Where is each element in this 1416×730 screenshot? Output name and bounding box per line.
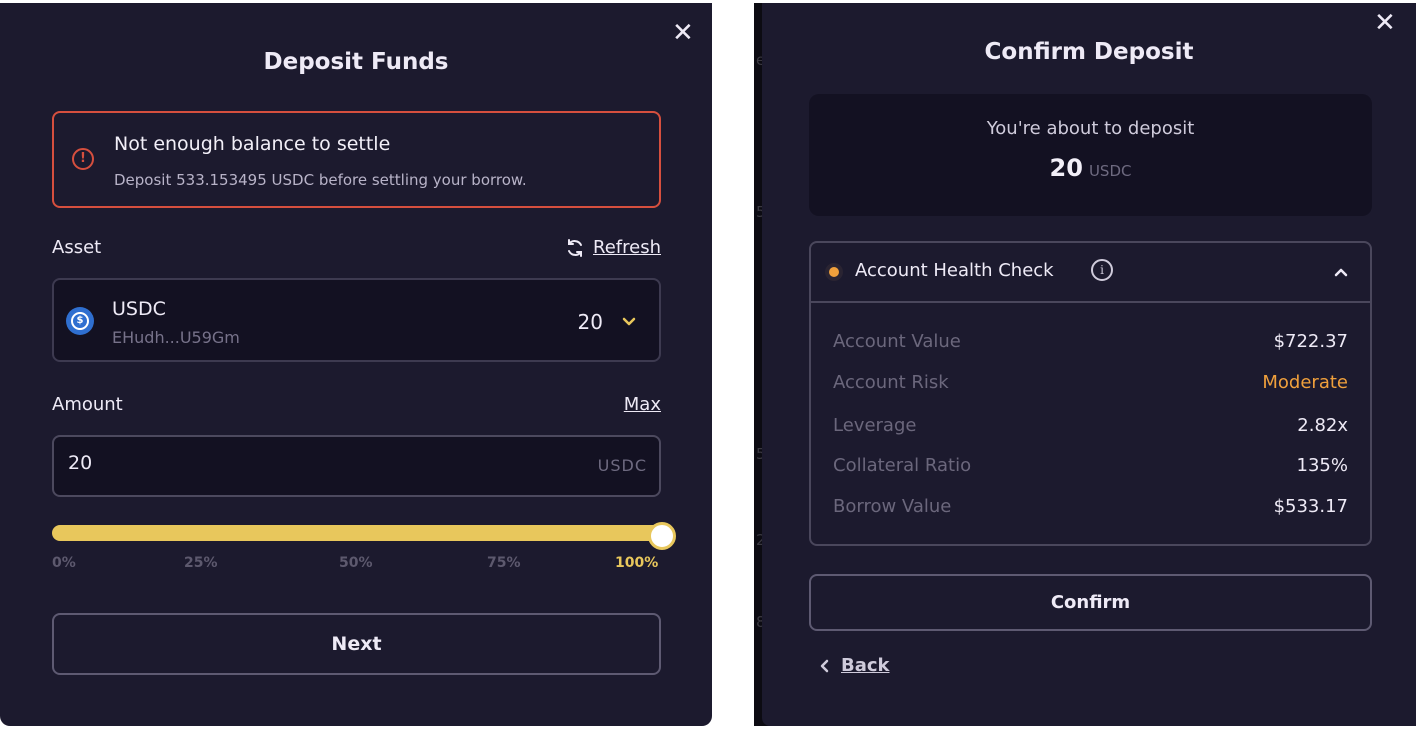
health-row: Account Value $722.37 — [833, 331, 1348, 355]
health-check-title: Account Health Check — [855, 260, 1054, 281]
info-icon[interactable]: i — [1091, 259, 1113, 281]
refresh-icon — [568, 238, 583, 257]
asset-select[interactable]: $ USDC EHudh...U59Gm 20 — [52, 278, 661, 362]
deposit-summary: You're about to deposit 20 USDC — [809, 94, 1372, 216]
row-label: Borrow Value — [833, 496, 952, 517]
deposit-unit: USDC — [1088, 162, 1132, 180]
refresh-link[interactable]: Refresh — [593, 237, 661, 258]
alert-title: Not enough balance to settle — [114, 133, 391, 155]
health-check-header[interactable]: Account Health Check i — [811, 243, 1370, 303]
slider-tick-25[interactable]: 25% — [184, 555, 218, 571]
status-dot-icon — [829, 267, 839, 277]
amount-slider-track[interactable] — [52, 525, 668, 541]
asset-balance: 20 — [577, 310, 603, 334]
close-icon[interactable]: ✕ — [1374, 10, 1396, 36]
amount-label: Amount — [52, 394, 123, 415]
confirm-deposit-modal: ✕ Confirm Deposit You're about to deposi… — [762, 3, 1416, 726]
amount-slider-thumb[interactable] — [648, 522, 676, 550]
health-row: Account Risk Moderate — [833, 372, 1348, 396]
health-row: Borrow Value $533.17 — [833, 496, 1348, 520]
amount-input[interactable] — [66, 451, 550, 475]
asset-address: EHudh...U59Gm — [112, 328, 240, 347]
slider-tick-0[interactable]: 0% — [52, 555, 76, 571]
alert-circle-icon: ! — [72, 148, 94, 170]
insufficient-balance-alert: ! Not enough balance to settle Deposit 5… — [52, 111, 661, 208]
back-link[interactable]: Back — [841, 655, 890, 676]
row-value: $533.17 — [1273, 496, 1348, 517]
row-label: Leverage — [833, 415, 917, 436]
summary-subtitle: You're about to deposit — [986, 118, 1195, 139]
deposit-amount: 20 — [1049, 154, 1083, 182]
asset-label: Asset — [52, 237, 102, 258]
confirm-button[interactable]: Confirm — [809, 574, 1372, 631]
close-icon[interactable]: ✕ — [672, 20, 694, 46]
summary-amount: 20 USDC — [809, 154, 1372, 182]
row-label: Collateral Ratio — [833, 455, 972, 476]
modal-title: Deposit Funds — [263, 49, 449, 75]
row-label: Account Risk — [833, 372, 949, 393]
deposit-funds-modal: ✕ Deposit Funds ! Not enough balance to … — [0, 3, 712, 726]
account-health-check: Account Health Check i Account Value $72… — [809, 241, 1372, 546]
max-button[interactable]: Max — [624, 394, 661, 415]
modal-title: Confirm Deposit — [984, 39, 1194, 65]
amount-field[interactable]: USDC — [52, 435, 661, 497]
amount-unit: USDC — [597, 456, 647, 475]
refresh-button[interactable]: Refresh — [565, 237, 661, 258]
slider-tick-100[interactable]: 100% — [615, 555, 658, 571]
chevron-down-icon — [622, 317, 636, 326]
health-row: Leverage 2.82x — [833, 415, 1348, 439]
chevron-up-icon[interactable] — [1334, 265, 1348, 279]
next-button[interactable]: Next — [52, 613, 661, 675]
slider-tick-75[interactable]: 75% — [487, 555, 521, 571]
back-button[interactable]: Back — [819, 655, 890, 676]
row-value: 135% — [1296, 455, 1348, 476]
asset-name: USDC — [112, 298, 166, 320]
row-label: Account Value — [833, 331, 961, 352]
health-row: Collateral Ratio 135% — [833, 455, 1348, 479]
alert-message: Deposit 533.153495 USDC before settling … — [114, 171, 527, 189]
row-value: Moderate — [1262, 372, 1348, 393]
row-value: 2.82x — [1297, 415, 1348, 436]
usdc-coin-icon: $ — [66, 307, 94, 335]
slider-tick-50[interactable]: 50% — [339, 555, 373, 571]
row-value: $722.37 — [1273, 331, 1348, 352]
chevron-left-icon — [820, 659, 829, 672]
